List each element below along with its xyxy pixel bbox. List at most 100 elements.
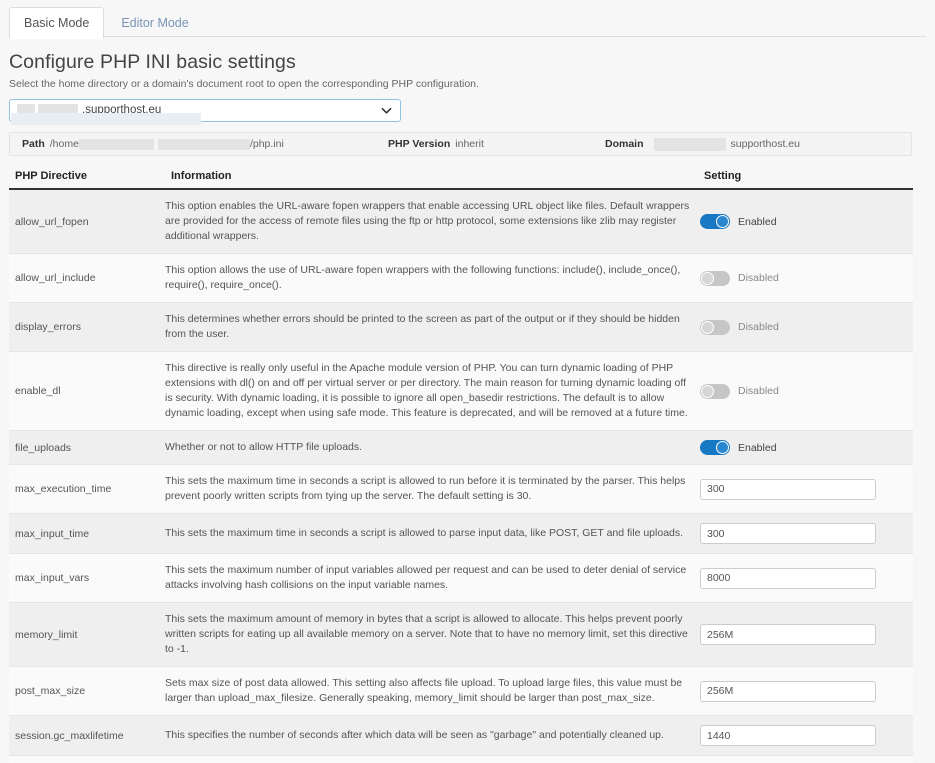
- directive-information: Sets max size of post data allowed. This…: [165, 677, 683, 704]
- directive-value-input[interactable]: [700, 725, 876, 746]
- mode-tabs: Basic Mode Editor Mode: [9, 6, 926, 39]
- directive-information: This determines whether errors should be…: [165, 313, 680, 340]
- toggle-state-label: Disabled: [738, 385, 779, 397]
- directive-information: This sets the maximum amount of memory i…: [165, 613, 688, 655]
- table-body: allow_url_fopen This option enables the U…: [9, 189, 913, 763]
- column-header-setting: Setting: [694, 170, 913, 190]
- directive-setting: Enabled: [694, 431, 913, 465]
- domain-select[interactable]: .supporthost.eu: [9, 99, 401, 125]
- toggle-control[interactable]: Disabled: [700, 319, 913, 335]
- toggle-knob: [701, 271, 714, 285]
- infobar-php-version-value: inherit: [455, 138, 484, 150]
- toggle-knob: [701, 384, 714, 398]
- config-infobar: Path/home/php.ini PHP Version inherit Dom…: [9, 132, 912, 156]
- directive-name: max_input_vars: [15, 572, 90, 584]
- tab-basic-mode[interactable]: Basic Mode: [9, 7, 105, 39]
- infobar-path-label: Path: [22, 138, 45, 150]
- table-row: max_input_vars This sets the maximum numb…: [9, 553, 913, 603]
- directive-setting: [694, 667, 913, 716]
- toggle-switch-off-icon[interactable]: [700, 319, 730, 335]
- directive-information: This option enables the URL-aware fopen …: [165, 200, 690, 242]
- toggle-control[interactable]: Enabled: [700, 214, 913, 229]
- directive-name: display_errors: [15, 321, 81, 333]
- directive-setting: [694, 756, 913, 763]
- directive-name: file_uploads: [15, 441, 72, 454]
- directive-name: memory_limit: [15, 628, 78, 641]
- toggle-switch-off-icon[interactable]: [700, 270, 730, 286]
- infobar-path-suffix: /php.ini: [249, 138, 284, 150]
- table-row: max_execution_time This sets the maximum …: [9, 464, 913, 514]
- toggle-state-label: Disabled: [738, 272, 779, 284]
- redacted-block: [17, 104, 35, 116]
- tab-editor-mode-label: Editor Mode: [121, 16, 189, 30]
- directive-name: allow_url_fopen: [15, 215, 89, 228]
- infobar-domain: Domain supporthost.eu: [605, 133, 800, 155]
- table-row: allow_url_include This option allows the …: [9, 253, 913, 303]
- directive-value-input[interactable]: [700, 478, 876, 500]
- tab-basic-mode-label: Basic Mode: [24, 16, 90, 30]
- directive-setting: [694, 603, 913, 667]
- toggle-state-label: Enabled: [738, 441, 777, 454]
- page-title: Configure PHP INI basic settings: [9, 51, 296, 73]
- toggle-knob: [716, 215, 729, 228]
- redacted-block: [157, 138, 250, 150]
- table-row: allow_url_fopen This option enables the U…: [9, 189, 913, 254]
- toggle-switch-on-icon[interactable]: [700, 214, 730, 229]
- directive-setting: [694, 465, 913, 514]
- table-row: file_uploads Whether or not to allow HTTP…: [9, 430, 913, 465]
- directive-value-input[interactable]: [700, 567, 876, 589]
- directive-setting: [694, 554, 913, 603]
- redacted-block: [653, 137, 726, 151]
- directive-value-input[interactable]: [700, 523, 876, 544]
- toggle-knob: [716, 441, 729, 454]
- redacted-block: [38, 104, 78, 116]
- directive-setting: [694, 716, 913, 756]
- php-ini-basic-settings-page: Basic Mode Editor Mode Configure PHP INI…: [0, 6, 935, 763]
- toggle-switch-on-icon[interactable]: [700, 440, 730, 455]
- directive-name: session.save_path: [9, 756, 159, 763]
- domain-select-suffix: .supporthost.eu: [82, 104, 162, 116]
- tab-editor-mode[interactable]: Editor Mode: [106, 7, 203, 39]
- domain-select-value[interactable]: .supporthost.eu: [9, 99, 401, 122]
- directive-information: This option allows the use of URL-aware …: [165, 264, 681, 291]
- directive-name: max_execution_time: [15, 483, 112, 495]
- directive-information: This sets the maximum time in seconds a …: [165, 527, 684, 539]
- table-row: session.save_pathsession.save_path defin…: [9, 755, 913, 763]
- toggle-knob: [701, 320, 714, 334]
- directive-name: max_input_time: [15, 527, 90, 540]
- toggle-control[interactable]: Disabled: [700, 270, 913, 286]
- table-row: display_errors This determines whether er…: [9, 302, 913, 352]
- toggle-control[interactable]: Enabled: [700, 440, 913, 455]
- directive-name: post_max_size: [15, 685, 86, 697]
- toggle-state-label: Enabled: [738, 215, 777, 228]
- page-subtitle: Select the home directory or a domain's …: [9, 78, 479, 90]
- directive-setting: Enabled: [694, 189, 913, 254]
- infobar-domain-value: supporthost.eu: [730, 138, 800, 150]
- infobar-php-version-label: PHP Version: [388, 138, 451, 150]
- directive-value-input[interactable]: [700, 624, 876, 645]
- infobar-path-prefix: /home: [49, 138, 79, 150]
- directive-information: This specifies the number of seconds aft…: [165, 729, 664, 741]
- toggle-switch-off-icon[interactable]: [700, 383, 730, 399]
- directive-information: Whether or not to allow HTTP file upload…: [165, 441, 363, 453]
- directive-setting: Disabled: [694, 254, 913, 303]
- directive-setting: Disabled: [694, 303, 913, 352]
- directive-setting: [694, 514, 913, 554]
- toggle-control[interactable]: Disabled: [700, 383, 913, 399]
- table-row: memory_limit This sets the maximum amount…: [9, 602, 913, 667]
- table-row: session.gc_maxlifetime This specifies the…: [9, 715, 913, 756]
- column-header-information: Information: [159, 170, 694, 190]
- column-header-directive: PHP Directive: [9, 170, 159, 190]
- directive-information: This sets the maximum number of input va…: [165, 564, 687, 591]
- directive-information: session.save_path defines the argument w…: [159, 756, 694, 763]
- infobar-domain-label: Domain: [605, 138, 644, 150]
- infobar-path: Path/home/php.ini: [22, 133, 284, 155]
- toggle-state-label: Disabled: [738, 321, 779, 333]
- directive-value-input[interactable]: [700, 680, 876, 702]
- directive-information: This directive is really only useful in …: [165, 362, 688, 419]
- directive-name: session.gc_maxlifetime: [15, 729, 124, 742]
- table-head: PHP Directive Information Setting: [9, 170, 913, 190]
- php-directives-table: PHP Directive Information Setting allow_…: [9, 170, 913, 763]
- table-row: enable_dl This directive is really only u…: [9, 351, 913, 431]
- table-row: max_input_time This sets the maximum time…: [9, 513, 913, 554]
